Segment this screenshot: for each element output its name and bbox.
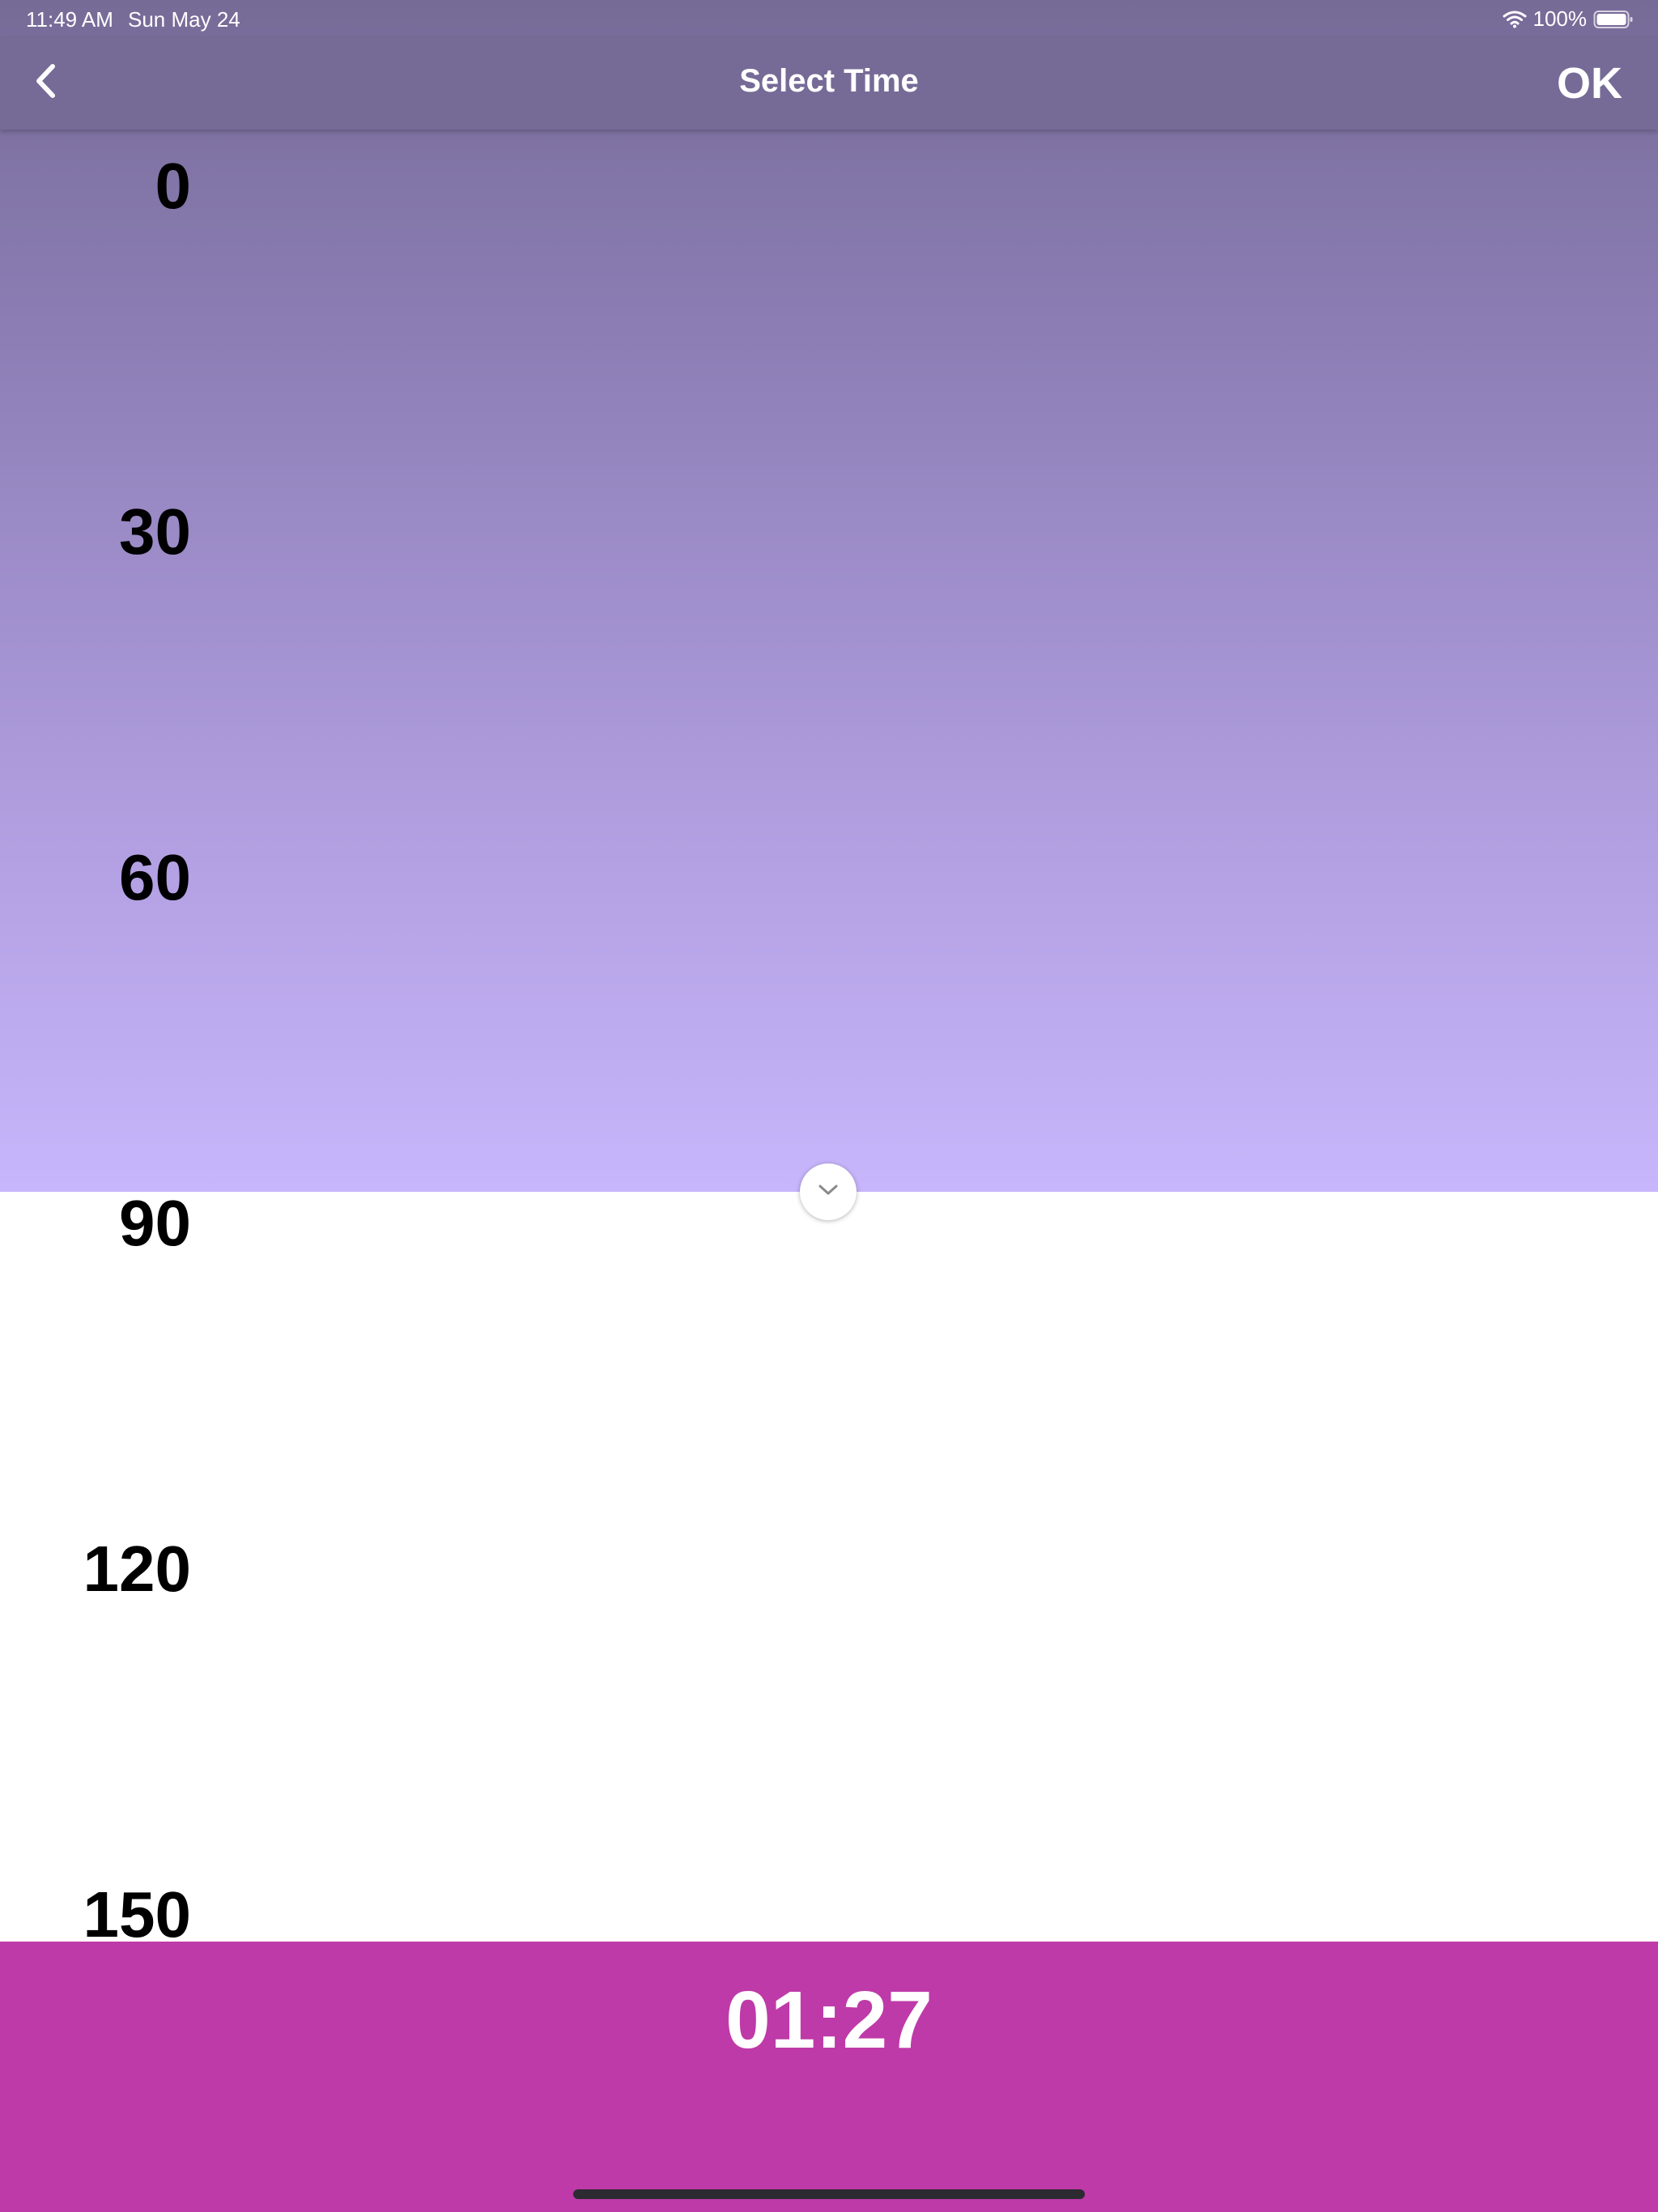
tick-label-30: 30 <box>119 496 191 568</box>
home-indicator[interactable] <box>573 2189 1085 2199</box>
time-display-bar: 01:27 <box>0 1942 1658 2212</box>
tick-label-60: 60 <box>119 841 191 913</box>
tick-label-0: 0 <box>155 150 192 222</box>
tick-label-90: 90 <box>119 1187 191 1259</box>
battery-percentage: 100% <box>1533 6 1588 31</box>
status-date: Sun May 24 <box>128 7 240 32</box>
page-title: Select Time <box>739 63 919 99</box>
tick-label-150: 150 <box>83 1878 191 1950</box>
status-bar: 11:49 AM Sun May 24 100% <box>0 0 1658 37</box>
selected-range-fill <box>0 0 1658 1192</box>
chevron-down-icon <box>818 1184 839 1201</box>
status-time: 11:49 AM <box>26 7 113 32</box>
navigation-bar: Select Time OK <box>0 37 1658 130</box>
status-indicators: 100% <box>1503 6 1635 32</box>
collapse-handle[interactable] <box>800 1163 857 1220</box>
battery-icon <box>1593 10 1634 29</box>
wifi-icon <box>1503 11 1527 28</box>
selected-time-value: 01:27 <box>725 1975 933 2065</box>
ok-button[interactable]: OK <box>1557 58 1622 108</box>
tick-label-120: 120 <box>83 1533 191 1605</box>
